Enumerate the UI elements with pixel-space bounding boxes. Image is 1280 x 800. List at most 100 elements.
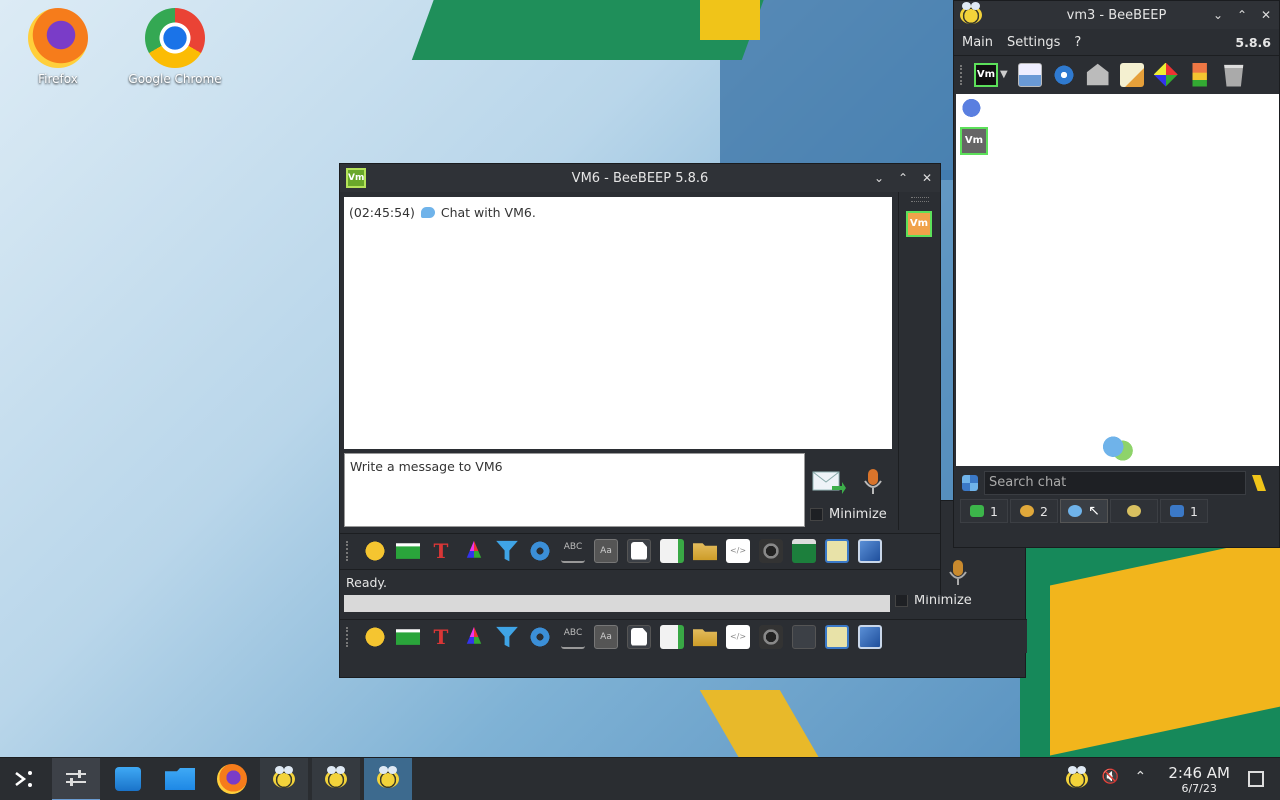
- emoticon-icon[interactable]: [363, 624, 387, 649]
- background-message-input[interactable]: [344, 594, 890, 612]
- color-icon[interactable]: [466, 626, 482, 644]
- taskbar-file-manager[interactable]: [156, 758, 204, 800]
- volume-muted-icon[interactable]: 🔇: [1100, 769, 1120, 789]
- camera-icon[interactable]: [759, 538, 783, 563]
- maximize-window-button[interactable]: ⌃: [1235, 8, 1249, 22]
- toolbar-grip[interactable]: [346, 626, 350, 647]
- group-chat-icon[interactable]: [961, 98, 987, 120]
- search-options-icon[interactable]: [962, 475, 978, 491]
- desktop-icon-firefox[interactable]: Firefox: [3, 8, 113, 86]
- tray-beebeep-icon[interactable]: [1066, 766, 1089, 788]
- send-message-button[interactable]: [812, 469, 846, 497]
- tab-users[interactable]: 1: [960, 499, 1008, 523]
- tab-files[interactable]: 1: [1160, 499, 1208, 523]
- toolbar-grip[interactable]: [346, 540, 350, 561]
- code-icon[interactable]: </>: [726, 624, 750, 649]
- close-window-button[interactable]: ✕: [920, 171, 934, 185]
- spellcheck-icon[interactable]: ABC: [561, 625, 585, 649]
- menu-settings[interactable]: Settings: [1007, 35, 1060, 50]
- color-icon[interactable]: [466, 540, 482, 558]
- tab-shares[interactable]: [1110, 499, 1158, 523]
- menu-help[interactable]: ?: [1074, 35, 1081, 50]
- chat-history[interactable]: (02:45:54) Chat with VM6.: [344, 197, 892, 449]
- file-icon[interactable]: [660, 624, 684, 649]
- microphone-icon[interactable]: [947, 558, 969, 592]
- desktop-icon-chrome[interactable]: Google Chrome: [120, 8, 230, 86]
- wallpaper-shape: [699, 690, 821, 757]
- edit-icon[interactable]: [825, 624, 849, 649]
- clear-search-icon[interactable]: [1252, 475, 1266, 491]
- spellcheck-icon[interactable]: ABC: [561, 539, 585, 563]
- taskbar-system-settings[interactable]: [52, 757, 100, 800]
- user-status-button[interactable]: Vm: [974, 62, 998, 87]
- maximize-window-button[interactable]: ⌃: [896, 171, 910, 185]
- user-item-vm[interactable]: Vm: [960, 127, 988, 155]
- taskbar-firefox[interactable]: [208, 758, 256, 800]
- close-window-button[interactable]: ✕: [1259, 8, 1273, 22]
- font-icon[interactable]: T: [429, 625, 453, 649]
- terminal-icon[interactable]: [792, 624, 816, 649]
- background-minimize-toggle[interactable]: Minimize: [895, 593, 972, 608]
- chevron-up-icon[interactable]: ⌃: [1130, 769, 1150, 789]
- minimize-window-button[interactable]: ⌄: [1211, 8, 1225, 22]
- user-list[interactable]: Vm: [956, 94, 1279, 466]
- note-button[interactable]: [627, 624, 651, 649]
- show-desktop-icon[interactable]: [1248, 771, 1264, 787]
- taskbar-discover[interactable]: [104, 758, 152, 800]
- toolbar-grip[interactable]: [960, 64, 964, 85]
- home-icon[interactable]: [1086, 63, 1109, 86]
- minimize-checkbox[interactable]: [895, 594, 908, 607]
- emoticon-icon[interactable]: [363, 538, 387, 563]
- microphone-icon: [864, 469, 882, 494]
- settings-icon[interactable]: [528, 538, 552, 563]
- member-avatar[interactable]: Vm: [906, 211, 932, 237]
- menu-main[interactable]: Main: [962, 35, 993, 50]
- tab-chats[interactable]: ↖: [1060, 499, 1108, 523]
- minimize-checkbox[interactable]: [810, 508, 823, 521]
- filter-icon[interactable]: [496, 540, 518, 562]
- minimize-label: Minimize: [914, 593, 972, 608]
- vcard-icon[interactable]: [1017, 62, 1042, 87]
- tab-groups[interactable]: 2: [1010, 499, 1058, 523]
- settings-icon[interactable]: [528, 624, 552, 649]
- version-label[interactable]: 5.8.6: [1235, 35, 1271, 50]
- terminal-icon[interactable]: [792, 538, 816, 563]
- minimize-toggle[interactable]: Minimize: [810, 507, 887, 522]
- screenshot-icon[interactable]: [858, 538, 882, 563]
- panel-grip[interactable]: [911, 197, 929, 202]
- filter-icon[interactable]: [496, 626, 518, 648]
- network-icon[interactable]: [1051, 62, 1076, 87]
- write-icon[interactable]: [1119, 62, 1144, 87]
- font-size-icon[interactable]: Aa: [594, 624, 618, 649]
- plugins-icon[interactable]: [1153, 62, 1178, 87]
- download-icon[interactable]: [1192, 62, 1207, 87]
- file-icon[interactable]: [660, 538, 684, 563]
- camera-icon[interactable]: [759, 624, 783, 649]
- font-icon[interactable]: T: [429, 539, 453, 563]
- send-file-icon[interactable]: [396, 543, 420, 559]
- edit-icon[interactable]: [825, 538, 849, 563]
- code-icon[interactable]: </>: [726, 538, 750, 563]
- app-launcher-button[interactable]: [0, 758, 48, 800]
- taskbar-beebeep-3[interactable]: [364, 757, 412, 800]
- trash-icon[interactable]: [1224, 64, 1244, 87]
- font-size-icon[interactable]: Aa: [594, 538, 618, 563]
- folder-icon[interactable]: [693, 629, 717, 647]
- search-chat-input[interactable]: Search chat: [984, 471, 1246, 495]
- send-file-icon[interactable]: [396, 629, 420, 645]
- message-input[interactable]: Write a message to VM6: [344, 453, 805, 527]
- taskbar-beebeep-2[interactable]: [312, 757, 360, 800]
- clock-date: 6/7/23: [1181, 781, 1217, 795]
- record-voice-button[interactable]: [862, 467, 884, 501]
- taskbar-beebeep-1[interactable]: [260, 757, 308, 800]
- taskbar: 🔇 ⌃ 2:46 AM 6/7/23: [0, 757, 1280, 800]
- chat-titlebar[interactable]: Vm VM6 - BeeBEEP 5.8.6 ⌄ ⌃ ✕: [340, 164, 940, 192]
- folder-icon[interactable]: [693, 543, 717, 561]
- main-titlebar[interactable]: vm3 - BeeBEEP ⌄ ⌃ ✕: [954, 1, 1279, 29]
- screenshot-icon[interactable]: [858, 624, 882, 649]
- minimize-window-button[interactable]: ⌄: [872, 171, 886, 185]
- note-button[interactable]: [627, 538, 651, 563]
- chevron-down-icon[interactable]: ▼: [1000, 69, 1008, 80]
- clock[interactable]: 2:46 AM 6/7/23: [1168, 764, 1230, 795]
- send-envelope-icon: [812, 471, 846, 494]
